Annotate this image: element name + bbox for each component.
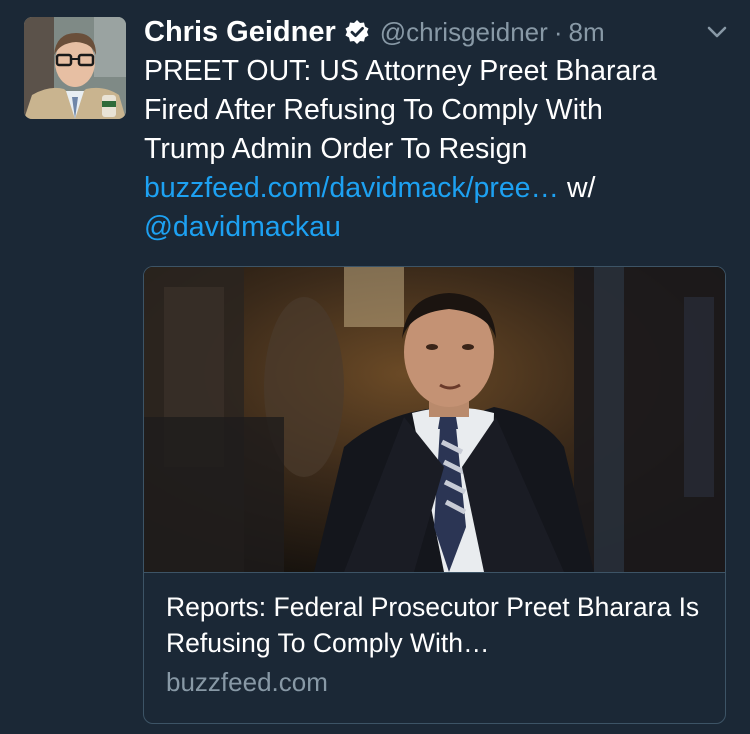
card-image[interactable] xyxy=(144,267,725,573)
card-domain: buzzfeed.com xyxy=(166,667,328,697)
tweet-text-line: Fired After Refusing To Comply With xyxy=(144,94,603,126)
chevron-down-icon[interactable] xyxy=(706,22,728,42)
tweet-header: Chris Geidner @chrisgeidner · 8m xyxy=(144,12,605,52)
tweet[interactable]: Chris Geidner @chrisgeidner · 8m PREET O… xyxy=(0,0,750,734)
card-title[interactable]: Reports: Federal Prosecutor Preet Bharar… xyxy=(166,589,711,661)
with-label: w/ xyxy=(559,172,596,204)
display-name[interactable]: Chris Geidner xyxy=(144,16,336,49)
tweet-text-line: PREET OUT: US Attorney Preet Bharara xyxy=(144,55,657,87)
verified-badge-icon xyxy=(344,19,370,45)
handle[interactable]: @chrisgeidner xyxy=(380,17,548,48)
link-preview-card[interactable]: Reports: Federal Prosecutor Preet Bharar… xyxy=(143,266,726,724)
article-link[interactable]: buzzfeed.com/davidmack/pree… xyxy=(144,172,559,204)
timestamp[interactable]: 8m xyxy=(568,17,604,48)
header-separator: · xyxy=(553,16,563,47)
tweet-text: PREET OUT: US Attorney Preet Bharara Fir… xyxy=(144,52,724,247)
mention-link[interactable]: @davidmackau xyxy=(144,211,341,243)
avatar[interactable] xyxy=(24,17,126,119)
tweet-text-line: Trump Admin Order To Resign xyxy=(144,133,528,165)
